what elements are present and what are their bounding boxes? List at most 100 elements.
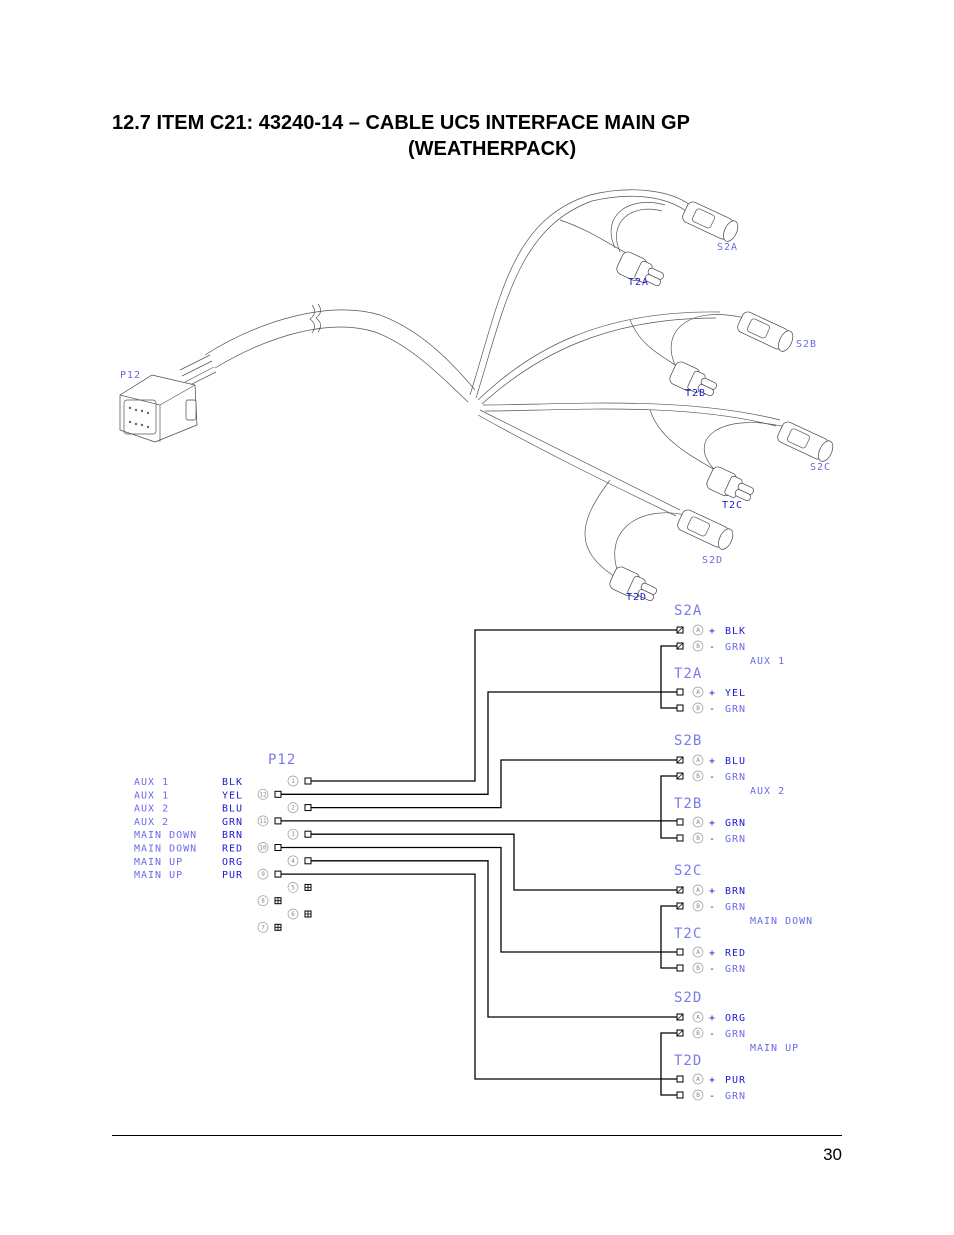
polarity-sign: -: [709, 642, 716, 653]
function-label: AUX 1: [134, 790, 169, 801]
p12-row: AUX 1 BLK 1: [134, 775, 312, 788]
t-pin-row: B - GRN: [676, 832, 746, 845]
p12-row: MAIN UP ORG 4: [134, 855, 312, 868]
pin-letter: B: [696, 773, 700, 780]
pin-terminal: [304, 857, 312, 865]
branch-cables: [469, 189, 791, 581]
pin-letter: A: [696, 1014, 700, 1021]
t-connector-label: T2A: [674, 666, 702, 682]
pin-number: 5: [291, 884, 295, 891]
pin-letter: A: [696, 627, 700, 634]
s-pin-row: B - GRN: [676, 900, 746, 913]
signal-wire: [281, 691, 677, 795]
wire-color-label: PUR: [725, 1075, 746, 1086]
pin-letter: A: [696, 757, 700, 764]
function-label: MAIN UP: [134, 870, 183, 881]
polarity-sign: +: [709, 886, 716, 897]
unused-pin: 6: [287, 908, 312, 920]
wire-color-label: ORG: [222, 857, 243, 868]
s-pin-row: B - GRN: [676, 640, 746, 653]
wire-color-label: GRN: [725, 1091, 746, 1102]
s-pin-row: B - GRN: [676, 770, 746, 783]
pin-terminal: [304, 777, 312, 785]
connector-group: S2AT2AAUX 1A + BLKB - GRNA + YELB - GRN: [674, 603, 785, 715]
pin-terminal: [274, 817, 282, 825]
function-label: MAIN DOWN: [134, 844, 197, 855]
polarity-sign: -: [709, 1029, 716, 1040]
p12-row: AUX 1 YEL 12: [134, 788, 282, 801]
function-label: AUX 2: [134, 804, 169, 815]
pin-terminal: [676, 834, 684, 842]
t-pin-row: A + RED: [676, 946, 745, 959]
t2a-drawing-label: T2A: [628, 277, 649, 288]
wire-color-label: GRN: [725, 834, 746, 845]
pin-letter: B: [696, 1030, 700, 1037]
t-connector-drawings: [609, 251, 754, 602]
wire-color-label: GRN: [725, 772, 746, 783]
wire-color-label: PUR: [222, 870, 243, 881]
wire-color-label: BLK: [222, 777, 243, 788]
p12-row: AUX 2 BLU 2: [134, 802, 312, 815]
p12-row: MAIN DOWN BRN 3: [134, 828, 312, 841]
pin-letter: A: [696, 1076, 700, 1083]
pin-number: 11: [259, 818, 267, 825]
wire-color-label: GRN: [222, 817, 243, 828]
t-pin-row: B - GRN: [676, 702, 746, 715]
wire-color-label: GRN: [725, 964, 746, 975]
t2b-drawing-label: T2B: [685, 388, 706, 399]
s-pin-row: A + BLK: [676, 624, 745, 637]
s-connector-label: S2C: [674, 863, 702, 879]
pin-letter: A: [696, 819, 700, 826]
wire-color-label: GRN: [725, 704, 746, 715]
connector-group: S2BT2BAUX 2A + BLUB - GRNA + GRNB - GRN: [674, 733, 785, 845]
p12-drawing-label: P12: [120, 370, 141, 381]
pin-terminal: [676, 818, 684, 826]
p12-row: MAIN DOWN RED 10: [134, 842, 282, 855]
t2c-drawing-label: T2C: [722, 500, 743, 511]
wire-color-label: GRN: [725, 1029, 746, 1040]
connector-group: S2DT2DMAIN UPA + ORGB - GRNA + PURB - GRN: [674, 990, 798, 1102]
polarity-sign: +: [709, 756, 716, 767]
t-pin-row: B - GRN: [676, 962, 746, 975]
p12-connector-drawing: [119, 354, 217, 443]
pin-number: 10: [259, 845, 267, 852]
polarity-sign: +: [709, 818, 716, 829]
pin-terminal: [274, 870, 282, 878]
wire-color-label: YEL: [725, 688, 746, 699]
pin-number: 1: [291, 778, 295, 785]
t-pin-row: B - GRN: [676, 1089, 746, 1102]
pin-letter: B: [696, 965, 700, 972]
group-function-label: AUX 1: [750, 656, 785, 667]
polarity-sign: -: [709, 1091, 716, 1102]
pin-terminal: [676, 964, 684, 972]
group-function-label: MAIN DOWN: [750, 916, 813, 927]
pin-terminal: [676, 704, 684, 712]
function-label: AUX 2: [134, 817, 169, 828]
group-function-label: AUX 2: [750, 786, 785, 797]
p12-schematic-label: P12: [268, 752, 296, 768]
wire-color-label: GRN: [725, 902, 746, 913]
s-connector-label: S2B: [674, 733, 702, 749]
main-trunk-cable: [204, 303, 476, 403]
pin-letter: B: [696, 643, 700, 650]
unused-pin: 5: [287, 882, 312, 893]
function-label: MAIN DOWN: [134, 830, 197, 841]
pin-letter: B: [696, 903, 700, 910]
pin-number: 8: [261, 898, 265, 905]
connector-group: S2CT2CMAIN DOWNA + BRNB - GRNA + REDB - GRN: [674, 863, 813, 975]
wire-color-label: BLU: [725, 756, 746, 767]
wire-color-label: RED: [222, 844, 243, 855]
s2a-drawing-label: S2A: [717, 242, 738, 253]
pin-letter: A: [696, 887, 700, 894]
polarity-sign: +: [709, 1013, 716, 1024]
pin-terminal: [676, 948, 684, 956]
pin-terminal: [676, 688, 684, 696]
harness-drawing: P12 S2A T2A S2B T2B S2C T2C S2D T2D: [119, 189, 834, 603]
s-connector-label: S2D: [674, 990, 702, 1006]
s-connector-label: S2A: [674, 603, 702, 619]
pin-letter: A: [696, 949, 700, 956]
wire-color-label: GRN: [725, 642, 746, 653]
pin-letter: B: [696, 1092, 700, 1099]
wire-color-label: BLU: [222, 804, 243, 815]
pin-terminal: [304, 830, 312, 838]
